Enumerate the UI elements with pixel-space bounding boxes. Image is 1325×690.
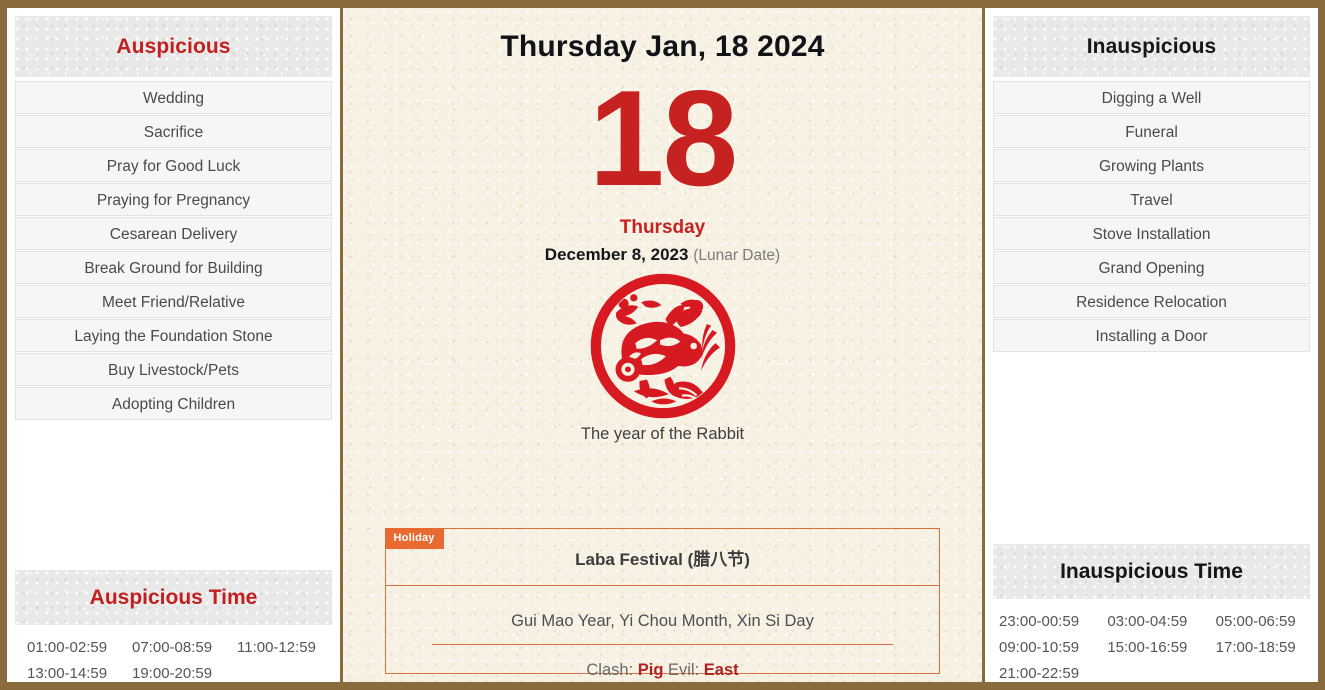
weekday-label: Thursday	[619, 217, 706, 239]
auspicious-item[interactable]: Meet Friend/Relative	[15, 285, 332, 318]
auspicious-time-grid: 01:00-02:59 07:00-08:59 11:00-12:59 13:00-1…	[19, 639, 330, 682]
inauspicious-time-slot: 15:00-16:59	[1107, 639, 1188, 656]
inauspicious-item[interactable]: Grand Opening	[993, 251, 1310, 284]
auspicious-time-slot: 11:00-12:59	[237, 639, 316, 656]
clash-value: Pig	[637, 661, 664, 679]
inauspicious-panel: Inauspicious Digging a Well Funeral Growin…	[982, 8, 1318, 682]
inauspicious-item[interactable]: Growing Plants	[993, 149, 1310, 182]
lunar-date-value: December 8, 2023	[544, 245, 689, 265]
inauspicious-item[interactable]: Digging a Well	[993, 81, 1310, 114]
evil-label: Evil:	[668, 661, 700, 679]
auspicious-item[interactable]: Pray for Good Luck	[15, 149, 332, 182]
auspicious-item[interactable]: Adopting Children	[15, 387, 332, 420]
inauspicious-time-title: Inauspicious Time	[993, 544, 1310, 599]
auspicious-item[interactable]: Praying for Pregnancy	[15, 183, 332, 216]
inauspicious-item[interactable]: Travel	[993, 183, 1310, 216]
zodiac-caption: The year of the Rabbit	[580, 425, 745, 444]
day-detail-panel: Thursday Jan, 18 2024 18 Thursday Decemb…	[343, 8, 982, 682]
auspicious-time-slot: 01:00-02:59	[27, 639, 108, 656]
auspicious-panel: Auspicious Wedding Sacrifice Pray for Good…	[7, 8, 343, 682]
lunar-date-line: December 8, 2023 (Lunar Date)	[545, 245, 780, 265]
auspicious-item[interactable]: Break Ground for Building	[15, 251, 332, 284]
inauspicious-time-slot: 03:00-04:59	[1107, 613, 1188, 630]
ganzhi-line: Gui Mao Year, Yi Chou Month, Xin Si Day	[432, 612, 893, 645]
inauspicious-item[interactable]: Stove Installation	[993, 217, 1310, 250]
inauspicious-time-slot: 23:00-00:59	[999, 613, 1080, 630]
lunar-date-tag: (Lunar Date)	[693, 247, 781, 265]
right-panel-spacer	[985, 353, 1318, 544]
auspicious-item[interactable]: Wedding	[15, 81, 332, 114]
auspicious-item[interactable]: Sacrifice	[15, 115, 332, 148]
inauspicious-time-slot: 17:00-18:59	[1215, 639, 1296, 656]
inauspicious-time-slot: 09:00-10:59	[999, 639, 1080, 656]
day-number: 18	[588, 62, 738, 214]
page-title: Thursday Jan, 18 2024	[500, 30, 825, 63]
auspicious-item[interactable]: Cesarean Delivery	[15, 217, 332, 250]
almanac-page: Auspicious Wedding Sacrifice Pray for Good…	[0, 0, 1325, 690]
auspicious-time-title: Auspicious Time	[15, 570, 332, 625]
inauspicious-item[interactable]: Installing a Door	[993, 319, 1310, 352]
inauspicious-item-list: Digging a Well Funeral Growing Plants Trave…	[993, 81, 1310, 353]
auspicious-time-slot: 13:00-14:59	[27, 665, 108, 682]
auspicious-item[interactable]: Laying the Foundation Stone	[15, 319, 332, 352]
inauspicious-time-grid: 23:00-00:59 03:00-04:59 05:00-06:59 09:00-1…	[993, 613, 1314, 682]
inauspicious-item[interactable]: Residence Relocation	[993, 285, 1310, 318]
clash-label: Clash:	[586, 661, 634, 679]
inauspicious-panel-title: Inauspicious	[993, 16, 1310, 77]
festival-name: Laba Festival (腊八节)	[386, 529, 939, 586]
left-panel-spacer	[7, 421, 340, 570]
rabbit-papercut-icon	[590, 273, 736, 419]
inauspicious-time-slot: 21:00-22:59	[999, 665, 1080, 682]
auspicious-panel-title: Auspicious	[15, 16, 332, 77]
inauspicious-time-slot: 05:00-06:59	[1215, 613, 1296, 630]
festival-info-box: Holiday Laba Festival (腊八节) Gui Mao Year…	[384, 527, 940, 679]
evil-value: East	[703, 661, 739, 679]
holiday-badge: Holiday	[384, 527, 444, 549]
auspicious-item[interactable]: Buy Livestock/Pets	[15, 353, 332, 386]
auspicious-time-slot: 19:00-20:59	[132, 665, 213, 682]
clash-evil-line: Clash: Pig Evil: East	[386, 661, 939, 680]
inauspicious-item[interactable]: Funeral	[993, 115, 1310, 148]
auspicious-time-slot: 07:00-08:59	[132, 639, 213, 656]
auspicious-item-list: Wedding Sacrifice Pray for Good Luck Prayin…	[15, 81, 332, 421]
